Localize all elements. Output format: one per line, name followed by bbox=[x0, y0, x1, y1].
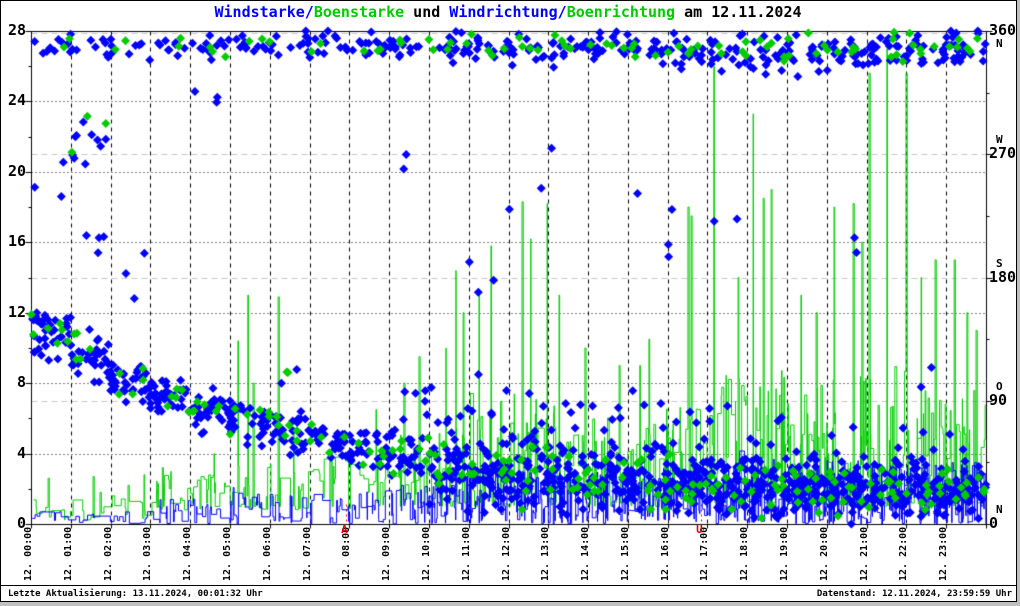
x-axis-tick-label: 12. 19:00 bbox=[779, 526, 791, 581]
x-axis-tick-label: 12. 07:00 bbox=[301, 526, 313, 581]
x-axis-tick-label: 12. 06:00 bbox=[261, 526, 273, 581]
right-axis-tick-label: 360 bbox=[989, 21, 1017, 39]
x-axis-tick-label: 12. 16:00 bbox=[659, 526, 671, 581]
weather-chart-image: Windstarke/Boenstarke und Windrichtung/B… bbox=[0, 0, 1020, 606]
footer-data-timestamp: Datenstand: 12.11.2024, 23:59:59 Uhr bbox=[816, 589, 1012, 599]
title-segment: und bbox=[404, 3, 450, 21]
footer-last-update: Letzte Aktualisierung: 13.11.2024, 00:01… bbox=[8, 589, 263, 599]
chart-title: Windstarke/Boenstarke und Windrichtung/B… bbox=[0, 3, 1016, 21]
left-axis-tick-label: 24 bbox=[7, 91, 26, 110]
compass-letter: S bbox=[996, 256, 1003, 270]
x-axis-tick-label: 12. 02:00 bbox=[102, 526, 114, 581]
x-axis-tick-label: 12. 18:00 bbox=[739, 526, 751, 581]
left-axis-tick-label: 20 bbox=[7, 161, 26, 180]
title-segment: Windstarke/ bbox=[214, 3, 314, 21]
compass-letter: O bbox=[996, 379, 1003, 393]
right-axis-tick-label: 90 bbox=[989, 390, 1008, 409]
x-axis-tick-label: 12. 22:00 bbox=[898, 526, 910, 581]
left-axis-tick-label: 28 bbox=[7, 21, 26, 39]
compass-letter: N bbox=[996, 37, 1003, 50]
right-axis-tick-label: 180 bbox=[989, 267, 1017, 286]
x-axis-tick-label: 12. 13:00 bbox=[540, 526, 552, 581]
left-axis-tick-label: 8 bbox=[16, 373, 26, 392]
x-axis-tick-label: 12. 01:00 bbox=[62, 526, 74, 581]
x-axis-tick-label: 12. 15:00 bbox=[619, 526, 631, 581]
right-axis-tick-label: 270 bbox=[989, 144, 1017, 163]
left-axis-tick-label: 16 bbox=[7, 232, 26, 251]
x-axis-tick-label: 12. 20:00 bbox=[818, 526, 830, 581]
x-axis-tick-label: 12. 03:00 bbox=[142, 526, 154, 581]
title-segment: Boenrichtung bbox=[566, 3, 676, 21]
x-axis-tick-label: 12. 00:00 bbox=[23, 526, 34, 581]
compass-letter: N bbox=[996, 503, 1003, 516]
x-axis-tick-label: 12. 23:00 bbox=[938, 526, 950, 581]
title-segment: Boenstarke bbox=[313, 3, 405, 21]
x-axis-tick-label: 12. 21:00 bbox=[858, 526, 870, 581]
x-axis-tick-label: 12. 05:00 bbox=[221, 526, 233, 581]
sunset-marker-u: U bbox=[696, 523, 703, 536]
x-axis-tick-label: 12. 14:00 bbox=[580, 526, 592, 581]
left-axis-tick-label: 12 bbox=[7, 302, 26, 321]
x-axis-tick-label: 12. 11:00 bbox=[460, 526, 472, 581]
x-axis-tick-label: 12. 12:00 bbox=[500, 526, 512, 581]
right-axis-tick-label: 0 bbox=[989, 514, 999, 532]
x-axis-tick-label: 12. 10:00 bbox=[420, 526, 432, 581]
sunrise-marker-a: A bbox=[341, 523, 348, 536]
footer-divider bbox=[0, 585, 1016, 586]
compass-letter: W bbox=[996, 133, 1003, 147]
title-segment: am 12.11.2024 bbox=[675, 3, 802, 21]
title-segment: Windrichtung/ bbox=[449, 3, 567, 21]
x-axis-tick-label: 12. 09:00 bbox=[381, 526, 393, 581]
left-axis-tick-label: 4 bbox=[16, 443, 26, 462]
x-axis-tick-label: 12. 04:00 bbox=[182, 526, 194, 581]
chart-canvas bbox=[1, 1, 1015, 600]
